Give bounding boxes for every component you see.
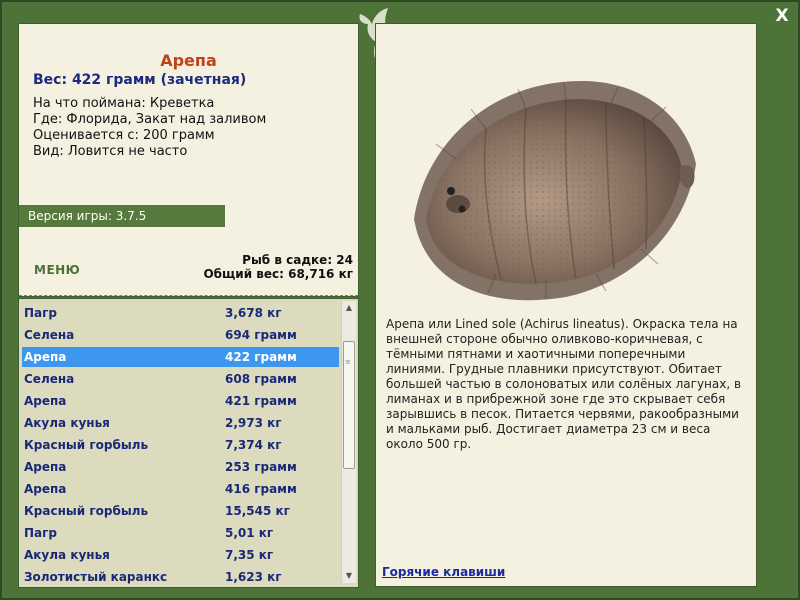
catch-fish-name: Пагр xyxy=(24,526,57,540)
catch-row[interactable]: Акула кунья 2,973 кг xyxy=(22,413,339,433)
catch-fish-name: Красный горбыль xyxy=(24,504,149,518)
catch-fish-weight: 1,623 кг xyxy=(225,570,282,584)
fish-description: Арепа или Lined sole (Achirus lineatus).… xyxy=(386,317,742,451)
catch-fish-weight: 608 грамм xyxy=(225,372,297,386)
divider xyxy=(19,295,358,296)
game-window: X Арепа Вес: 422 грамм (зачетная) На что… xyxy=(0,0,800,600)
catch-fish-name: Арепа xyxy=(24,460,67,474)
fish-count: Рыб в садке: 24 xyxy=(242,253,353,267)
fish-detail-panel: Арепа или Lined sole (Achirus lineatus).… xyxy=(375,23,757,587)
fish-rated-from: Оценивается с: 200 грамм xyxy=(33,128,215,143)
catch-fish-weight: 421 грамм xyxy=(225,394,297,408)
cage-stats: Рыб в садке: 24 Общий вес: 68,716 кг xyxy=(203,253,353,281)
catch-row[interactable]: Селена 694 грамм xyxy=(22,325,339,345)
fish-weight: Вес: 422 грамм (зачетная) xyxy=(33,72,247,88)
catch-row[interactable]: Пагр 3,678 кг xyxy=(22,303,339,323)
catch-fish-name: Селена xyxy=(24,328,75,342)
catch-fish-name: Арепа xyxy=(24,350,67,364)
catch-fish-name: Арепа xyxy=(24,394,67,408)
catch-fish-weight: 7,374 кг xyxy=(225,438,282,452)
catch-list[interactable]: Пагр 3,678 кг Селена 694 грамм Арепа 422 грам… xyxy=(18,298,359,588)
fish-image xyxy=(414,80,696,301)
catch-fish-weight: 694 грамм xyxy=(225,328,297,342)
catch-fish-weight: 5,01 кг xyxy=(225,526,274,540)
catch-fish-name: Арепа xyxy=(24,482,67,496)
catch-fish-name: Акула кунья xyxy=(24,416,110,430)
catch-fish-weight: 7,35 кг xyxy=(225,548,274,562)
hotkeys-link[interactable]: Горячие клавиши xyxy=(382,565,505,579)
fish-rarity: Вид: Ловится не часто xyxy=(33,144,188,159)
catch-fish-name: Пагр xyxy=(24,306,57,320)
catch-row[interactable]: Арепа 421 грамм xyxy=(22,391,339,411)
catch-row[interactable]: Акула кунья 7,35 кг xyxy=(22,545,339,565)
catch-row[interactable]: Арепа 416 грамм xyxy=(22,479,339,499)
catch-row[interactable]: Золотистый каранкс 1,623 кг xyxy=(22,567,339,587)
catch-fish-name: Красный горбыль xyxy=(24,438,149,452)
scroll-down-arrow-icon[interactable]: ▼ xyxy=(342,569,356,583)
scrollbar-grip-icon: ≡ xyxy=(345,358,351,366)
close-button[interactable]: X xyxy=(772,6,792,26)
fish-location: Где: Флорида, Закат над заливом xyxy=(33,112,267,127)
catch-row[interactable]: Селена 608 грамм xyxy=(22,369,339,389)
catch-row[interactable]: Красный горбыль 7,374 кг xyxy=(22,435,339,455)
fish-info-panel: Арепа Вес: 422 грамм (зачетная) На что п… xyxy=(18,23,359,297)
catch-row[interactable]: Арепа 253 грамм xyxy=(22,457,339,477)
game-version: Версия игры: 3.7.5 xyxy=(19,205,225,227)
scroll-up-arrow-icon[interactable]: ▲ xyxy=(342,301,356,315)
catch-fish-weight: 416 грамм xyxy=(225,482,297,496)
catch-row[interactable]: Пагр 5,01 кг xyxy=(22,523,339,543)
catch-row[interactable]: Арепа 422 грамм xyxy=(22,347,339,367)
total-weight: Общий вес: 68,716 кг xyxy=(203,267,353,281)
fish-title: Арепа xyxy=(160,51,217,70)
catch-fish-weight: 2,973 кг xyxy=(225,416,282,430)
scrollbar[interactable]: ▲ ≡ ▼ xyxy=(341,301,356,583)
catch-fish-name: Золотистый каранкс xyxy=(24,570,168,584)
catch-fish-name: Селена xyxy=(24,372,75,386)
catch-fish-weight: 422 грамм xyxy=(225,350,297,364)
catch-fish-weight: 15,545 кг xyxy=(225,504,290,518)
menu-button[interactable]: МЕНЮ xyxy=(34,263,80,277)
catch-fish-name: Акула кунья xyxy=(24,548,110,562)
catch-fish-weight: 253 грамм xyxy=(225,460,297,474)
fish-bait: На что поймана: Креветка xyxy=(33,96,215,111)
catch-row[interactable]: Красный горбыль 15,545 кг xyxy=(22,501,339,521)
catch-fish-weight: 3,678 кг xyxy=(225,306,282,320)
